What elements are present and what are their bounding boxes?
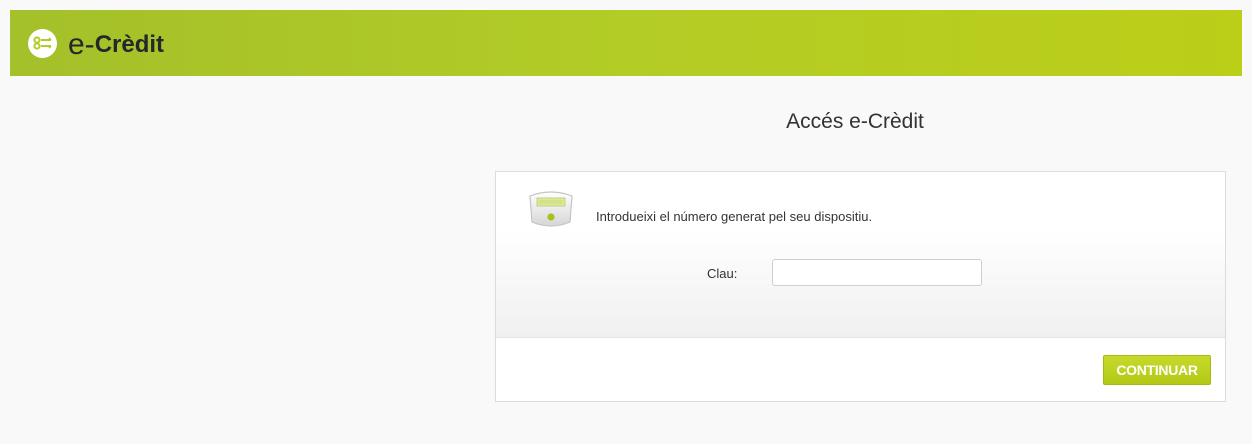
logo-prefix: e- <box>68 28 95 61</box>
header-bar: e-Crèdit <box>10 10 1242 76</box>
continue-button[interactable]: CONTINUAR <box>1103 355 1211 385</box>
panel-body: Introdueixi el número generat pel seu di… <box>496 172 1225 338</box>
token-device-icon <box>526 190 576 230</box>
clau-label: Clau: <box>707 266 738 281</box>
clau-input[interactable] <box>772 259 982 286</box>
login-panel: Introdueixi el número generat pel seu di… <box>495 171 1226 402</box>
instruction-text: Introdueixi el número generat pel seu di… <box>596 209 873 224</box>
logo-text: e-Crèdit <box>68 28 165 61</box>
logo[interactable]: e-Crèdit <box>28 28 165 61</box>
logo-icon <box>28 28 57 58</box>
logo-brand: Crèdit <box>94 31 165 58</box>
page-title: Accés e-Crèdit <box>786 110 924 133</box>
